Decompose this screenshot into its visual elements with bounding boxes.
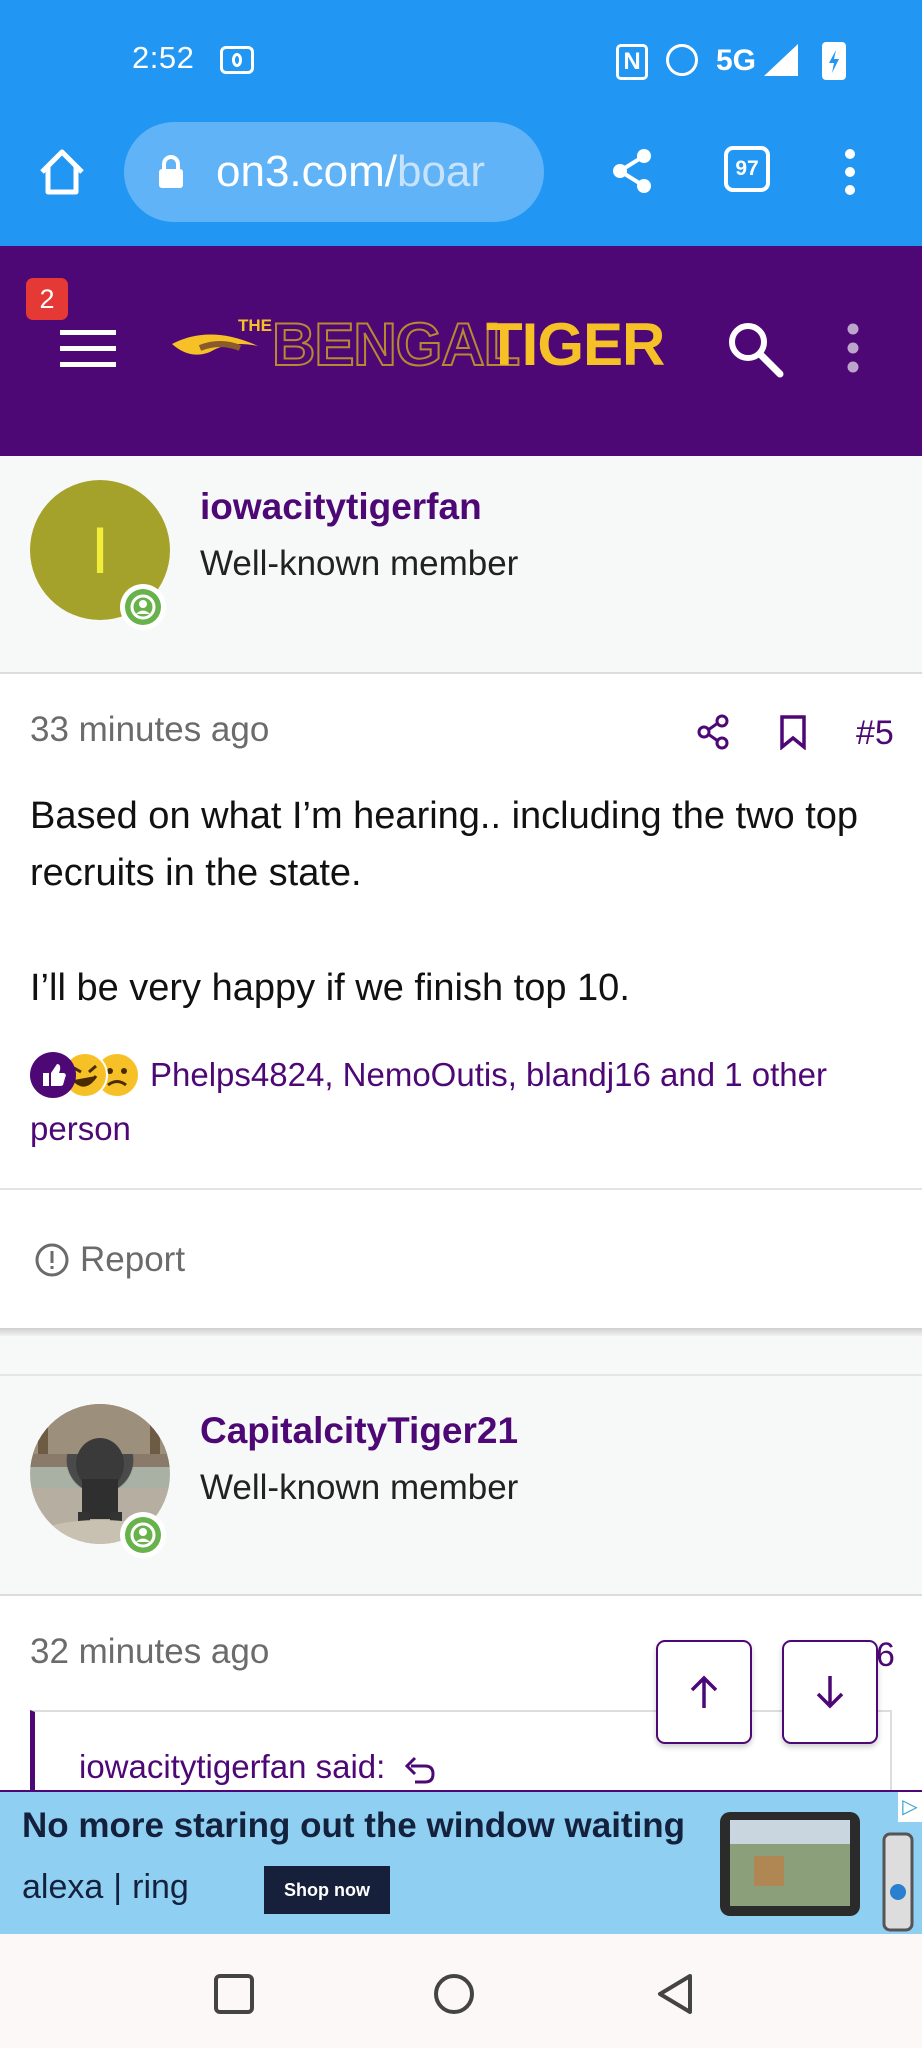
online-status-icon bbox=[120, 1512, 166, 1558]
alexa-logo: alexa bbox=[22, 1868, 104, 1906]
overflow-menu-icon[interactable] bbox=[838, 146, 862, 198]
report-button[interactable]: Report bbox=[80, 1240, 185, 1280]
ring-logo: ring bbox=[132, 1868, 189, 1906]
url-text: on3.com/boar bbox=[216, 147, 486, 196]
notification-badge: 2 bbox=[26, 278, 68, 320]
report-icon bbox=[35, 1243, 69, 1277]
clock: 2:52 bbox=[132, 40, 195, 75]
like-reaction-icon bbox=[30, 1052, 76, 1098]
ring-doorbell-image bbox=[882, 1832, 914, 1932]
system-navigation-bar bbox=[0, 1934, 922, 2048]
post-author-block: CapitalcityTiger21 Well-known member bbox=[0, 1374, 922, 1596]
post-body: 33 minutes ago #5 Based on what I’m hear… bbox=[0, 674, 922, 1188]
alarm-icon bbox=[666, 44, 698, 76]
quote-attribution-link[interactable]: iowacitytigerfan said: bbox=[79, 1748, 437, 1786]
tab-switcher-button[interactable]: 97 bbox=[724, 146, 770, 192]
avatar-letter: I bbox=[90, 513, 110, 587]
address-bar[interactable]: on3.com/boar bbox=[124, 122, 544, 222]
adchoices-icon[interactable]: ▷ bbox=[898, 1792, 922, 1822]
home-button-icon[interactable] bbox=[432, 1972, 476, 2016]
home-icon[interactable] bbox=[36, 146, 88, 198]
post-author-block: I iowacitytigerfan Well-known member bbox=[0, 456, 922, 674]
online-status-icon bbox=[120, 584, 166, 630]
post-timestamp[interactable]: 33 minutes ago bbox=[30, 710, 269, 750]
lock-icon bbox=[159, 155, 183, 188]
user-role: Well-known member bbox=[200, 1468, 519, 1507]
browser-toolbar: on3.com/boar 97 bbox=[0, 122, 922, 246]
quote-block: iowacitytigerfan said: bbox=[30, 1710, 892, 1800]
reactions-list[interactable]: Phelps4824, NemoOutis, blandj16 and 1 ot… bbox=[30, 1048, 890, 1156]
network-type: 5G bbox=[716, 44, 757, 77]
username-link[interactable]: CapitalcityTiger21 bbox=[200, 1410, 518, 1452]
post-paragraph: Based on what I’m hearing.. including th… bbox=[30, 795, 859, 894]
arrow-up-icon bbox=[690, 1675, 718, 1708]
ad-brand-logos: alexa | ring bbox=[22, 1868, 189, 1906]
username-link[interactable]: iowacitytigerfan bbox=[200, 486, 482, 528]
arrow-down-icon bbox=[816, 1676, 844, 1709]
logo-bengal: BENGAL bbox=[271, 311, 521, 379]
back-icon[interactable] bbox=[654, 1972, 698, 2016]
signal-icon bbox=[764, 44, 798, 76]
user-role: Well-known member bbox=[200, 544, 519, 583]
site-more-icon[interactable] bbox=[842, 322, 864, 374]
post-divider bbox=[0, 1328, 922, 1336]
logo-tiger: TIGER bbox=[486, 311, 665, 378]
recent-apps-icon[interactable] bbox=[212, 1972, 256, 2016]
post-paragraph: I’ll be very happy if we finish top 10. bbox=[30, 967, 630, 1009]
reaction-icons[interactable] bbox=[30, 1052, 142, 1100]
scroll-to-top-button[interactable] bbox=[656, 1640, 752, 1744]
post-number-link[interactable]: 6 bbox=[876, 1636, 895, 1675]
bookmark-icon[interactable] bbox=[778, 714, 808, 750]
nfc-icon: N bbox=[616, 44, 648, 80]
post-timestamp[interactable]: 32 minutes ago bbox=[30, 1632, 269, 1672]
hamburger-menu-icon[interactable] bbox=[60, 328, 116, 370]
post-number-link[interactable]: #5 bbox=[856, 714, 894, 753]
screen-record-icon bbox=[220, 46, 254, 74]
logo-the: THE bbox=[238, 316, 272, 335]
scroll-to-bottom-button[interactable] bbox=[782, 1640, 878, 1744]
share-icon[interactable] bbox=[608, 146, 656, 196]
ad-headline: No more staring out the window waiting bbox=[22, 1806, 686, 1845]
advertisement-banner[interactable]: No more staring out the window waiting a… bbox=[0, 1790, 922, 1934]
status-bar: 2:52 N 5G bbox=[0, 0, 922, 122]
echo-show-device-image bbox=[720, 1812, 860, 1916]
reactions-link[interactable]: Phelps4824, NemoOutis, blandj16 and 1 ot… bbox=[30, 1056, 827, 1147]
shop-now-button[interactable]: Shop now bbox=[264, 1866, 390, 1914]
post-actions-bar: Report bbox=[0, 1188, 922, 1328]
jump-to-quote-icon[interactable] bbox=[403, 1754, 437, 1784]
share-post-icon[interactable] bbox=[696, 714, 730, 750]
search-icon[interactable] bbox=[726, 320, 784, 378]
battery-icon bbox=[822, 42, 846, 80]
